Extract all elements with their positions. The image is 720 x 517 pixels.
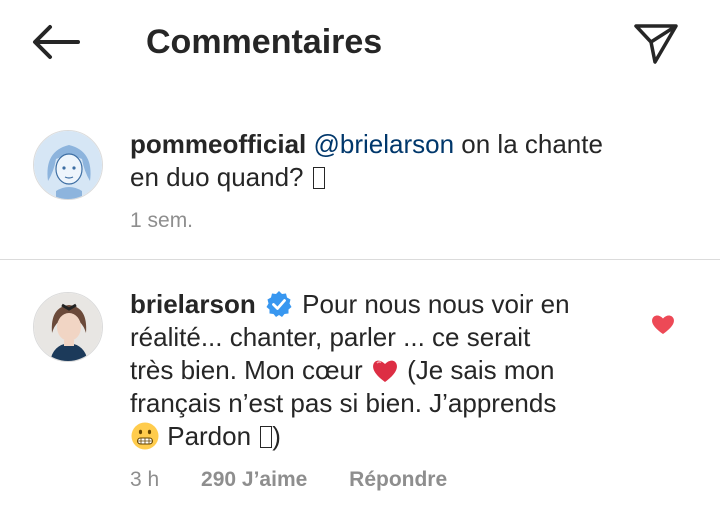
comment-body: (Je sais mon: [399, 355, 555, 385]
send-icon: [634, 24, 678, 64]
avatar[interactable]: [33, 130, 103, 200]
likes-count[interactable]: 290 J’aime: [201, 468, 307, 491]
red-heart-emoji: [372, 360, 397, 382]
comment-body: ): [272, 421, 281, 451]
back-button[interactable]: [30, 22, 82, 62]
grimacing-face-emoji: [131, 422, 159, 450]
back-arrow-icon: [33, 25, 80, 59]
comment-text: brielarson Pour nous nous voir en réalit…: [130, 288, 570, 453]
comment-time: 3 h: [130, 468, 160, 491]
comment-meta: 1 sem.: [130, 208, 229, 234]
comment-body: en duo quand?: [130, 162, 311, 192]
comment-time: 1 sem.: [130, 209, 194, 232]
avatar[interactable]: [33, 292, 103, 362]
comment-body: Pour nous nous voir en: [294, 289, 570, 319]
heart-icon: [652, 315, 674, 334]
comment-body: français n’est pas si bien. J’apprends: [130, 388, 557, 418]
reply-button[interactable]: Répondre: [349, 468, 447, 491]
verified-icon: [266, 291, 292, 317]
like-button[interactable]: [650, 312, 676, 336]
comment-body: on la chante: [454, 129, 603, 159]
avatar-illustration: [34, 131, 102, 199]
page-title: Commentaires: [146, 23, 383, 61]
mention-link[interactable]: @brielarson: [313, 129, 454, 159]
comment-text: pommeofficial @brielarson on la chante e…: [130, 128, 603, 194]
comment-body: Pardon: [160, 421, 259, 451]
comment-meta: 3 h 290 J’aime Répondre: [130, 467, 483, 493]
header-bar: Commentaires: [0, 0, 720, 88]
comment-body: très bien. Mon cœur: [130, 355, 370, 385]
divider: [0, 259, 720, 260]
comment-username[interactable]: pommeofficial: [130, 129, 306, 159]
avatar-photo: [34, 293, 102, 361]
send-button[interactable]: [630, 18, 680, 66]
comment-username[interactable]: brielarson: [130, 289, 256, 319]
missing-glyph: [312, 167, 325, 189]
missing-glyph: [260, 426, 273, 448]
comment-body: réalité... chanter, parler ... ce serait: [130, 322, 531, 352]
